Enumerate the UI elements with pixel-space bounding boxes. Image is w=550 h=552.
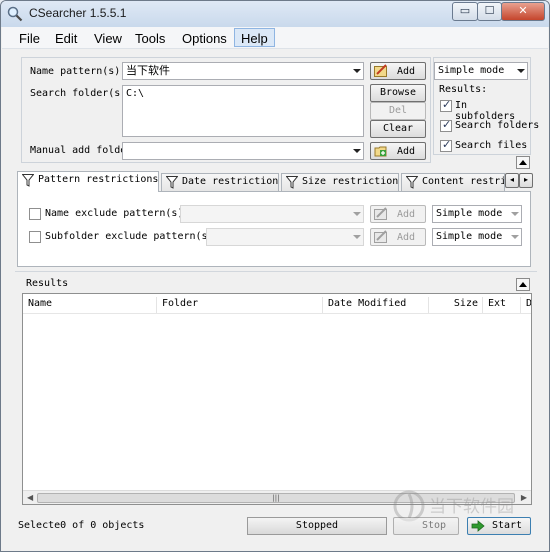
tab-content-restrictions[interactable]: Content restrictions [401,173,505,191]
column-header-size[interactable]: Size [429,297,483,313]
search-progress: Stopped [247,517,387,535]
in-subfolders-checkbox[interactable] [440,98,452,112]
delete-folder-button[interactable]: Del [370,102,426,120]
subfolder-exclude-label: Subfolder exclude pattern(s): [45,231,220,242]
menu-edit[interactable]: Edit [49,29,83,48]
add-pencil-icon [374,207,387,220]
window-title: CSearcher 1.5.5.1 [29,6,127,20]
manual-add-folder-combo[interactable] [122,142,364,160]
search-folder-label: Search folder(s): [30,88,133,99]
search-criteria-panel: Name pattern(s): 当下软件 Add Search folder(… [21,57,431,163]
add-pencil-icon [374,64,387,77]
add-pencil-icon [374,230,387,243]
name-pattern-combo[interactable]: 当下软件 [122,62,364,80]
scroll-left-arrow-icon[interactable]: ◀ [27,493,33,502]
play-arrow-icon [471,520,485,532]
restriction-tabs: Pattern restrictions Date restrictions S… [17,171,535,192]
filter-funnel-icon [286,176,298,189]
name-exclude-label: Name exclude pattern(s): [45,208,190,219]
start-button[interactable]: Start [467,517,531,535]
results-heading: Results [26,278,69,289]
browse-button[interactable]: Browse [370,84,426,102]
subfolder-exclude-checkbox[interactable] [29,231,41,243]
manual-add-folder-label: Manual add folder [30,145,133,156]
column-header-date-modified[interactable]: Date Modified [323,297,429,313]
maximize-button[interactable]: ☐ [477,2,502,21]
column-header-ext[interactable]: Ext [483,297,521,313]
search-folder-item[interactable]: C:\ [126,88,144,99]
chevron-down-icon[interactable] [353,149,361,153]
results-list[interactable]: Name Folder Date Modified Size Ext D ◀ |… [22,293,532,505]
column-header-d[interactable]: D [521,297,531,313]
tab-scroll-right-button[interactable]: ▸ [519,173,533,188]
search-mode-value: Simple mode [438,65,505,76]
tab-size-restrictions[interactable]: Size restrictions [281,173,399,191]
filter-funnel-icon [406,176,418,189]
search-mode-select[interactable]: Simple mode [434,62,528,80]
clear-folders-button[interactable]: Clear [370,120,426,138]
header-divider [23,313,531,314]
title-bar[interactable]: CSearcher 1.5.5.1 ▭ ☐ ✕ [1,1,549,27]
filter-funnel-icon [166,176,178,189]
tab-scroll-left-button[interactable]: ◂ [505,173,519,188]
results-options-label: Results: [439,84,488,95]
column-header-folder[interactable]: Folder [157,297,323,313]
search-files-label: Search files [455,140,528,151]
menu-bar: File Edit View Tools Options Help [2,27,548,49]
status-bar: Selecte0 of 0 objects Stopped Stop Start [1,511,549,551]
name-exclude-checkbox[interactable] [29,208,41,220]
magnifier-app-icon [7,6,23,22]
menu-help[interactable]: Help [234,28,275,47]
in-subfolders-label: In subfolders [455,100,516,122]
tab-date-restrictions[interactable]: Date restrictions [161,173,279,191]
name-exclude-add-button[interactable]: Add [370,205,426,223]
name-exclude-mode-select[interactable]: Simple mode [432,205,522,223]
add-folder-button[interactable]: Add [370,142,426,160]
add-pattern-button[interactable]: Add [370,62,426,80]
selection-status: Selecte0 of 0 objects [18,520,145,531]
add-folder-icon [374,146,387,157]
filter-funnel-icon [22,174,34,187]
search-folder-list[interactable]: C:\ [122,85,364,137]
tab-pattern-restrictions[interactable]: Pattern restrictions [17,171,159,192]
close-button[interactable]: ✕ [501,2,545,21]
minimize-button[interactable]: ▭ [452,2,478,21]
search-folders-checkbox[interactable] [440,118,452,132]
divider [15,271,537,272]
search-folders-label: Search folders [455,120,540,131]
stop-button[interactable]: Stop [393,517,459,535]
app-window: CSearcher 1.5.5.1 ▭ ☐ ✕ File Edit View T… [0,0,550,552]
menu-options[interactable]: Options [176,29,233,48]
chevron-down-icon[interactable] [353,69,361,73]
collapse-results-button[interactable] [516,278,530,291]
name-pattern-value: 当下软件 [126,64,170,77]
collapse-search-button[interactable] [516,156,530,169]
menu-file[interactable]: File [13,29,46,48]
pattern-restrictions-panel: Name exclude pattern(s): Add Simple mode… [17,191,531,267]
menu-view[interactable]: View [88,29,128,48]
chevron-down-icon[interactable] [517,69,525,73]
name-exclude-combo[interactable] [180,205,364,223]
column-header-name[interactable]: Name [23,297,157,313]
subfolder-exclude-add-button[interactable]: Add [370,228,426,246]
subfolder-exclude-combo[interactable] [206,228,364,246]
chevron-down-icon[interactable] [353,212,361,216]
menu-tools[interactable]: Tools [129,29,171,48]
subfolder-exclude-mode-select[interactable]: Simple mode [432,228,522,246]
search-files-checkbox[interactable] [440,138,452,152]
name-pattern-label: Name pattern(s): [30,66,127,77]
search-options-panel: Simple mode Results: In subfolders Searc… [433,57,539,155]
chevron-down-icon[interactable] [511,212,519,216]
chevron-down-icon[interactable] [511,235,519,239]
chevron-down-icon[interactable] [353,235,361,239]
